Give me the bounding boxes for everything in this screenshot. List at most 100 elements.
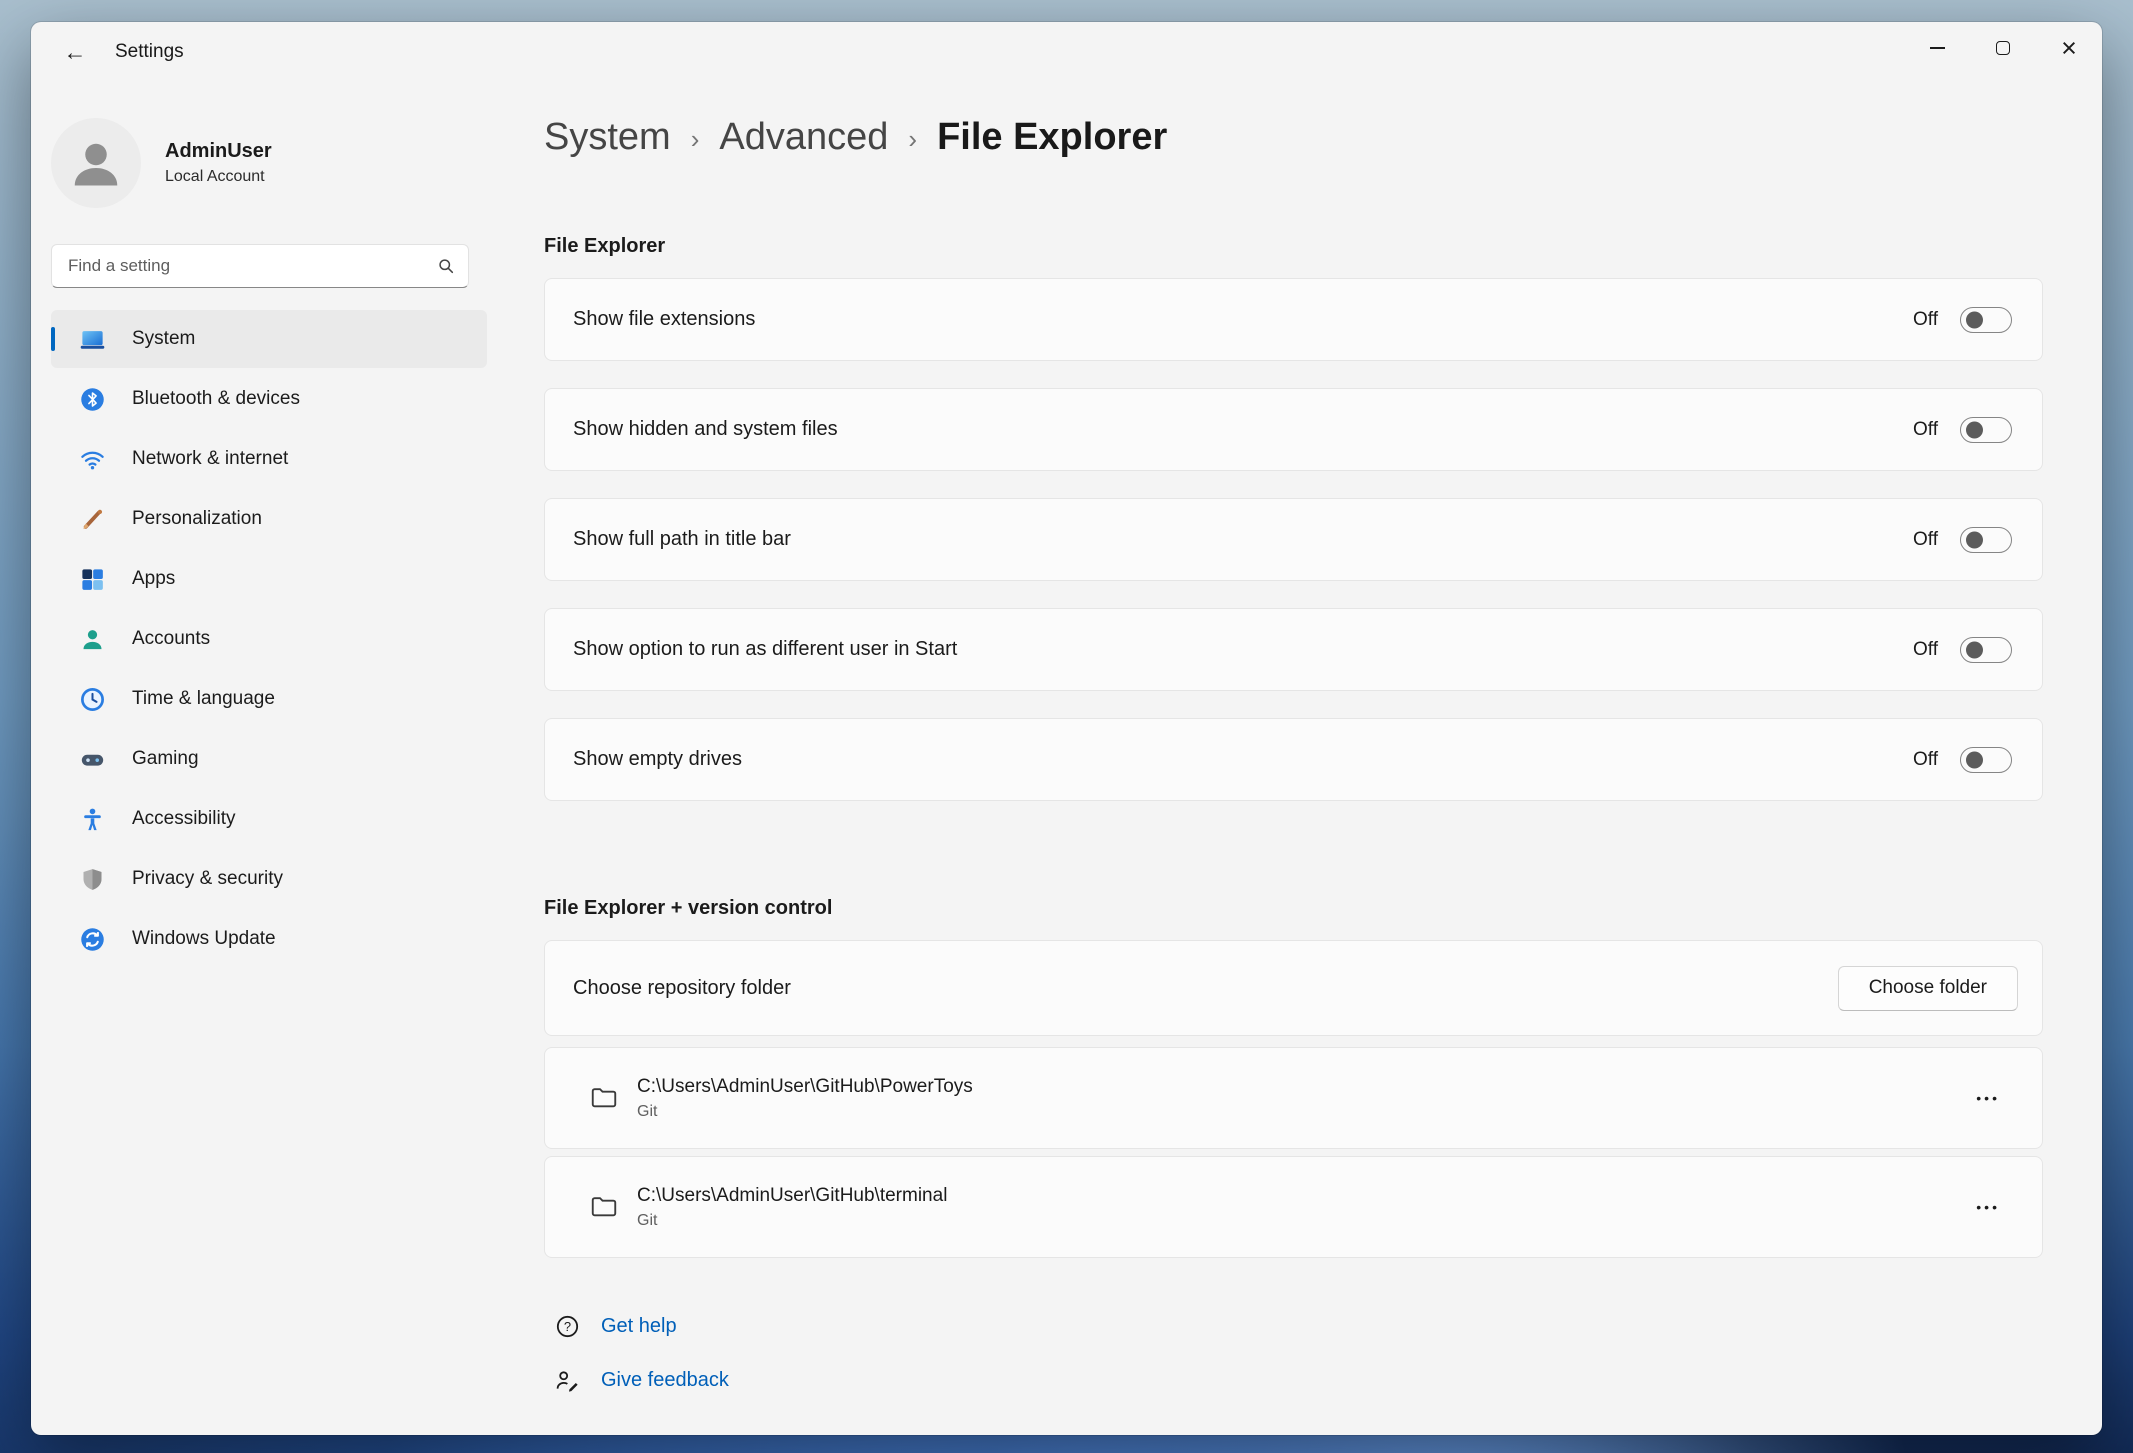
- window-title: Settings: [115, 41, 184, 63]
- sidebar-item-privacy-security[interactable]: Privacy & security: [51, 850, 487, 908]
- network-icon: [79, 446, 106, 473]
- toggle-knob: [1966, 531, 1983, 548]
- sidebar-item-label: Time & language: [132, 688, 275, 710]
- toggle-state-label: Off: [1913, 419, 1938, 441]
- setting-label: Show hidden and system files: [573, 418, 838, 441]
- user-account-type: Local Account: [165, 168, 272, 186]
- more-options-icon[interactable]: •••: [1960, 1187, 2016, 1227]
- repo-path: C:\Users\AdminUser\GitHub\PowerToys: [637, 1076, 973, 1098]
- choose-repository-row: Choose repository folder Choose folder: [544, 940, 2043, 1036]
- sidebar-item-personalization[interactable]: Personalization: [51, 490, 487, 548]
- setting-row-show-file-extensions: Show file extensions Off: [544, 278, 2043, 361]
- breadcrumb-system[interactable]: System: [544, 115, 671, 159]
- maximize-button[interactable]: [1970, 22, 2036, 74]
- setting-row-run-as-different-user: Show option to run as different user in …: [544, 608, 2043, 691]
- sidebar-item-label: Apps: [132, 568, 175, 590]
- toggle-state-label: Off: [1913, 529, 1938, 551]
- setting-label: Show full path in title bar: [573, 528, 791, 551]
- time-language-icon: [79, 686, 106, 713]
- user-name: AdminUser: [165, 140, 272, 163]
- sidebar-item-label: Privacy & security: [132, 868, 283, 890]
- repo-vcs-type: Git: [637, 1103, 973, 1121]
- avatar: [51, 118, 141, 208]
- setting-label: Show file extensions: [573, 308, 755, 331]
- repo-path: C:\Users\AdminUser\GitHub\terminal: [637, 1185, 947, 1207]
- get-help-link[interactable]: ? Get help: [554, 1304, 2043, 1348]
- search-icon[interactable]: [436, 256, 456, 276]
- folder-icon: [589, 1192, 619, 1222]
- minimize-button[interactable]: [1904, 22, 1970, 74]
- sidebar-item-bluetooth-devices[interactable]: Bluetooth & devices: [51, 370, 487, 428]
- accounts-icon: [79, 626, 106, 653]
- sidebar-item-label: System: [132, 328, 195, 350]
- close-button[interactable]: ×: [2036, 22, 2102, 74]
- toggle-knob: [1966, 311, 1983, 328]
- sidebar: AdminUser Local Account System: [31, 82, 544, 1435]
- main-content: System › Advanced › File Explorer File E…: [544, 82, 2102, 1435]
- sidebar-item-windows-update[interactable]: Windows Update: [51, 910, 487, 968]
- page-title: File Explorer: [937, 115, 1167, 159]
- sidebar-item-accessibility[interactable]: Accessibility: [51, 790, 487, 848]
- chevron-right-icon: ›: [908, 112, 917, 161]
- sidebar-item-label: Accounts: [132, 628, 210, 650]
- sidebar-item-time-language[interactable]: Time & language: [51, 670, 487, 728]
- toggle-run-as-different-user[interactable]: [1960, 637, 2012, 663]
- toggle-show-hidden-files[interactable]: [1960, 417, 2012, 443]
- sidebar-item-label: Network & internet: [132, 448, 288, 470]
- section-title-file-explorer: File Explorer: [544, 235, 2043, 258]
- give-feedback-link[interactable]: Give feedback: [554, 1358, 2043, 1402]
- minimize-icon: [1930, 47, 1945, 49]
- sidebar-item-network-internet[interactable]: Network & internet: [51, 430, 487, 488]
- personalization-icon: [79, 506, 106, 533]
- toggle-state-label: Off: [1913, 639, 1938, 661]
- apps-icon: [79, 566, 106, 593]
- more-options-icon[interactable]: •••: [1960, 1078, 2016, 1118]
- settings-window: ← Settings × AdminUser Local Account: [31, 22, 2102, 1435]
- footer-links: ? Get help Give feedback: [544, 1304, 2043, 1402]
- setting-row-show-hidden-files: Show hidden and system files Off: [544, 388, 2043, 471]
- sidebar-item-accounts[interactable]: Accounts: [51, 610, 487, 668]
- setting-label: Show empty drives: [573, 748, 742, 771]
- sidebar-item-gaming[interactable]: Gaming: [51, 730, 487, 788]
- user-card[interactable]: AdminUser Local Account: [51, 118, 544, 208]
- sidebar-item-apps[interactable]: Apps: [51, 550, 487, 608]
- folder-icon: [589, 1083, 619, 1113]
- close-icon: ×: [2061, 35, 2077, 62]
- sidebar-item-label: Windows Update: [132, 928, 276, 950]
- toggle-state-label: Off: [1913, 749, 1938, 771]
- sidebar-item-system[interactable]: System: [51, 310, 487, 368]
- repo-row-terminal: C:\Users\AdminUser\GitHub\terminal Git •…: [544, 1156, 2043, 1258]
- accessibility-icon: [79, 806, 106, 833]
- toggle-knob: [1966, 751, 1983, 768]
- breadcrumb-advanced[interactable]: Advanced: [719, 115, 888, 159]
- search-input[interactable]: [51, 244, 469, 288]
- toggle-state-label: Off: [1913, 309, 1938, 331]
- breadcrumb: System › Advanced › File Explorer: [544, 112, 2043, 161]
- repo-vcs-type: Git: [637, 1212, 947, 1230]
- search-box: [51, 244, 469, 288]
- toggle-knob: [1966, 421, 1983, 438]
- maximize-icon: [1996, 41, 2010, 55]
- repo-row-powertoys: C:\Users\AdminUser\GitHub\PowerToys Git …: [544, 1047, 2043, 1149]
- sidebar-nav: System Bluetooth & devices Network & int…: [51, 310, 544, 968]
- choose-folder-button[interactable]: Choose folder: [1838, 966, 2018, 1011]
- privacy-security-icon: [79, 866, 106, 893]
- titlebar: ← Settings ×: [31, 22, 2102, 82]
- bluetooth-icon: [79, 386, 106, 413]
- chevron-right-icon: ›: [691, 112, 700, 161]
- help-icon: ?: [554, 1313, 581, 1340]
- toggle-show-full-path[interactable]: [1960, 527, 2012, 553]
- toggle-show-empty-drives[interactable]: [1960, 747, 2012, 773]
- toggle-knob: [1966, 641, 1983, 658]
- feedback-icon: [554, 1367, 581, 1394]
- give-feedback-label: Give feedback: [601, 1369, 729, 1392]
- back-button[interactable]: ←: [53, 33, 97, 71]
- sidebar-item-label: Personalization: [132, 508, 262, 530]
- get-help-label: Get help: [601, 1315, 677, 1338]
- toggle-show-file-extensions[interactable]: [1960, 307, 2012, 333]
- windows-update-icon: [79, 926, 106, 953]
- setting-label: Show option to run as different user in …: [573, 638, 957, 661]
- chooser-label: Choose repository folder: [573, 977, 791, 1000]
- window-controls: ×: [1904, 22, 2102, 74]
- gaming-icon: [79, 746, 106, 773]
